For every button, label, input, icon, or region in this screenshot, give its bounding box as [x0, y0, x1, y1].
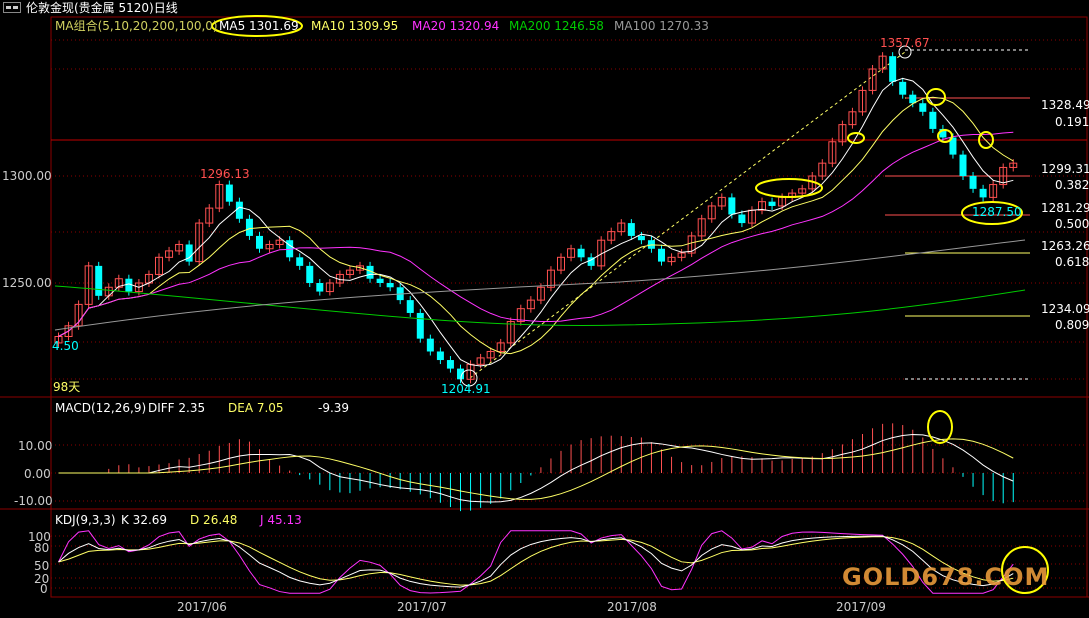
candle-body: [235, 201, 243, 219]
fib-price-4: 1263.26: [1041, 239, 1089, 253]
ma-indicator-name[interactable]: MA组合(5,10,20,200,100,0): [55, 19, 218, 33]
candle-body: [416, 312, 424, 339]
candle-body: [406, 300, 414, 313]
macd-name[interactable]: MACD(12,26,9): [55, 401, 146, 415]
kdj-name[interactable]: KDJ(9,3,3): [55, 513, 116, 527]
kdj-tick-50: 50: [34, 559, 50, 573]
high-price-label: 1357.67: [880, 36, 930, 50]
macd-dea: DEA 7.05: [228, 401, 284, 415]
candle-body: [95, 265, 103, 296]
candle-body: [577, 248, 585, 258]
candle-body: [728, 197, 736, 215]
macd-tick-neg10: -10.00: [14, 494, 53, 508]
x-tick-jun: 2017/06: [177, 600, 227, 614]
macd-value: -9.39: [318, 401, 350, 415]
ma20-value: MA20 1320.94: [412, 19, 500, 33]
candle-body: [627, 223, 635, 236]
fib-ratio-5: 0.809: [1055, 318, 1089, 332]
fib-price-3: 1281.29: [1041, 201, 1089, 215]
ma10-value: MA10 1309.95: [311, 19, 399, 33]
candle-body: [969, 176, 977, 189]
fib-price-1: 1328.49: [1041, 98, 1089, 112]
x-tick-aug: 2017/08: [607, 600, 657, 614]
kdj-tick-0: 0: [40, 582, 48, 596]
ma100-value: MA100 1270.33: [614, 19, 709, 33]
candle-body: [929, 111, 937, 129]
candle-body: [426, 338, 434, 352]
kdj-tick-80: 80: [34, 541, 50, 555]
left-high-label: 1296.13: [200, 167, 250, 181]
ma20-line: [58, 131, 1014, 337]
candle-body: [436, 351, 444, 361]
kdj-j: J 45.13: [260, 513, 302, 527]
candle-body: [738, 214, 746, 224]
ma10-line: [58, 96, 1014, 355]
x-tick-jul: 2017/07: [397, 600, 447, 614]
kdj-k: K 32.69: [121, 513, 168, 527]
candle-body: [919, 103, 927, 112]
recent-low-label: 1287.50: [972, 205, 1022, 219]
candle-body: [256, 235, 263, 249]
low-price-label: 1204.91: [441, 382, 491, 396]
macd-tick-10: 10.00: [18, 439, 53, 453]
ma100-line: [54, 239, 1026, 331]
fib-price-5: 1234.09: [1041, 302, 1089, 316]
ma5-value: MA5 1301.69: [219, 19, 299, 33]
days-label: 98天: [53, 380, 81, 394]
candle-body: [979, 188, 987, 198]
fib-ratio-2: 0.382: [1055, 178, 1089, 192]
candle-body: [959, 154, 967, 176]
highlight-small-2: [926, 88, 946, 106]
candle-body: [225, 184, 233, 202]
x-tick-sep: 2017/09: [836, 600, 886, 614]
candle-body: [245, 218, 253, 236]
candle-body: [768, 201, 776, 206]
candle-body: [316, 283, 324, 292]
candle-body: [658, 248, 665, 262]
kdj-d: D 26.48: [190, 513, 238, 527]
ma5-line: [58, 77, 1014, 367]
candle-body: [889, 56, 897, 82]
fib-price-2: 1299.31: [1041, 162, 1089, 176]
candle-body: [446, 360, 454, 369]
candle-body: [386, 283, 394, 288]
left-edge-value: 4.50: [52, 339, 79, 353]
chart-window: { "window": { "title": "伦敦金现(贵金属 5120)日线…: [0, 0, 1089, 618]
macd-tick-0: 0.00: [24, 467, 51, 481]
candle-body: [306, 265, 314, 283]
candle-body: [637, 235, 645, 241]
candle-body: [457, 368, 464, 380]
candle-body: [296, 257, 304, 266]
fib-ratio-1: 0.191: [1055, 115, 1089, 129]
trend-line: [469, 51, 906, 379]
fib-ratio-4: 0.618: [1055, 255, 1089, 269]
ma200-line: [54, 285, 1026, 327]
candle-body: [899, 81, 907, 95]
macd-diff: DIFF 2.35: [148, 401, 206, 415]
fib-ratio-3: 0.500: [1055, 217, 1089, 231]
y-tick-1250: 1250.00: [2, 276, 52, 290]
candle-body: [376, 278, 384, 283]
ma200-value: MA200 1246.58: [509, 19, 604, 33]
highlight-macd-cross: [927, 410, 953, 444]
watermark: GOLD678.COM: [842, 563, 1050, 591]
y-tick-1300: 1300.00: [2, 169, 52, 183]
